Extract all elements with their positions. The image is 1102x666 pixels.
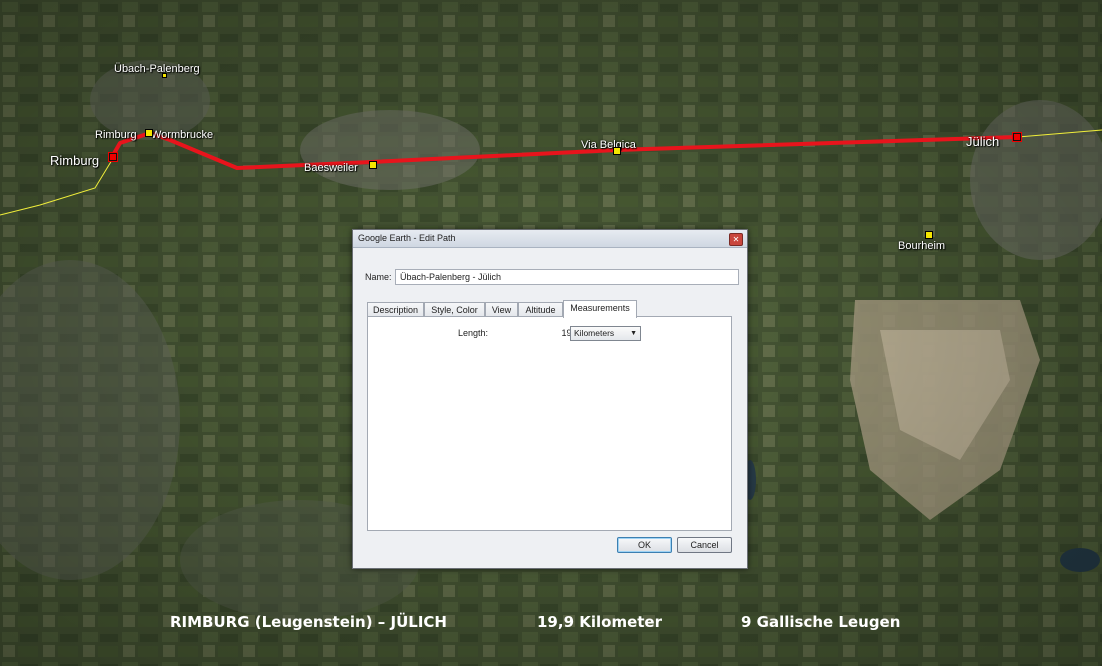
measurements-panel bbox=[367, 316, 732, 531]
place-label-baesweiler[interactable]: Baesweiler bbox=[304, 162, 358, 174]
placemark-pin-rimburg[interactable] bbox=[109, 153, 117, 161]
placemark-pin-julich[interactable] bbox=[1013, 133, 1021, 141]
close-icon[interactable]: ✕ bbox=[729, 233, 743, 246]
route-caption: RIMBURG (Leugenstein) – JÜLICH bbox=[170, 613, 447, 631]
tab-measurements[interactable]: Measurements bbox=[563, 300, 637, 318]
place-label-julich[interactable]: Jülich bbox=[966, 134, 999, 149]
dialog-titlebar[interactable]: Google Earth - Edit Path ✕ bbox=[353, 230, 747, 248]
placemark-pin-ubach[interactable] bbox=[162, 73, 167, 78]
name-input[interactable]: Übach-Palenberg - Jülich bbox=[395, 269, 739, 285]
name-label: Name: bbox=[365, 272, 392, 282]
distance-km-caption: 19,9 Kilometer bbox=[537, 613, 662, 631]
distance-leugen-caption: 9 Gallische Leugen bbox=[741, 613, 901, 631]
place-label-bourheim[interactable]: Bourheim bbox=[898, 240, 945, 252]
placemark-pin-wormbrucke[interactable] bbox=[145, 129, 153, 137]
placemark-pin-via-belgica[interactable] bbox=[613, 147, 621, 155]
unit-dropdown[interactable]: Kilometers ▼ bbox=[570, 326, 641, 341]
ok-button[interactable]: OK bbox=[617, 537, 672, 553]
place-label-rimburg-small[interactable]: Rimburg bbox=[95, 129, 137, 141]
length-label: Length: bbox=[458, 328, 489, 338]
place-label-rimburg[interactable]: Rimburg bbox=[50, 153, 99, 168]
cancel-button[interactable]: Cancel bbox=[677, 537, 732, 553]
place-label-ubach-palenberg[interactable]: Übach-Palenberg bbox=[114, 63, 200, 75]
unit-selected-label: Kilometers bbox=[574, 328, 615, 338]
chevron-down-icon: ▼ bbox=[630, 330, 637, 337]
place-label-wormbrucke[interactable]: Wormbrucke bbox=[151, 129, 213, 141]
placemark-pin-baesweiler[interactable] bbox=[369, 161, 377, 169]
edit-path-dialog: Google Earth - Edit Path ✕ Name: Übach-P… bbox=[352, 229, 748, 569]
place-label-via-belgica[interactable]: Via Belgica bbox=[581, 139, 636, 151]
placemark-pin-bourheim[interactable] bbox=[925, 231, 933, 239]
dialog-title: Google Earth - Edit Path bbox=[358, 233, 456, 243]
